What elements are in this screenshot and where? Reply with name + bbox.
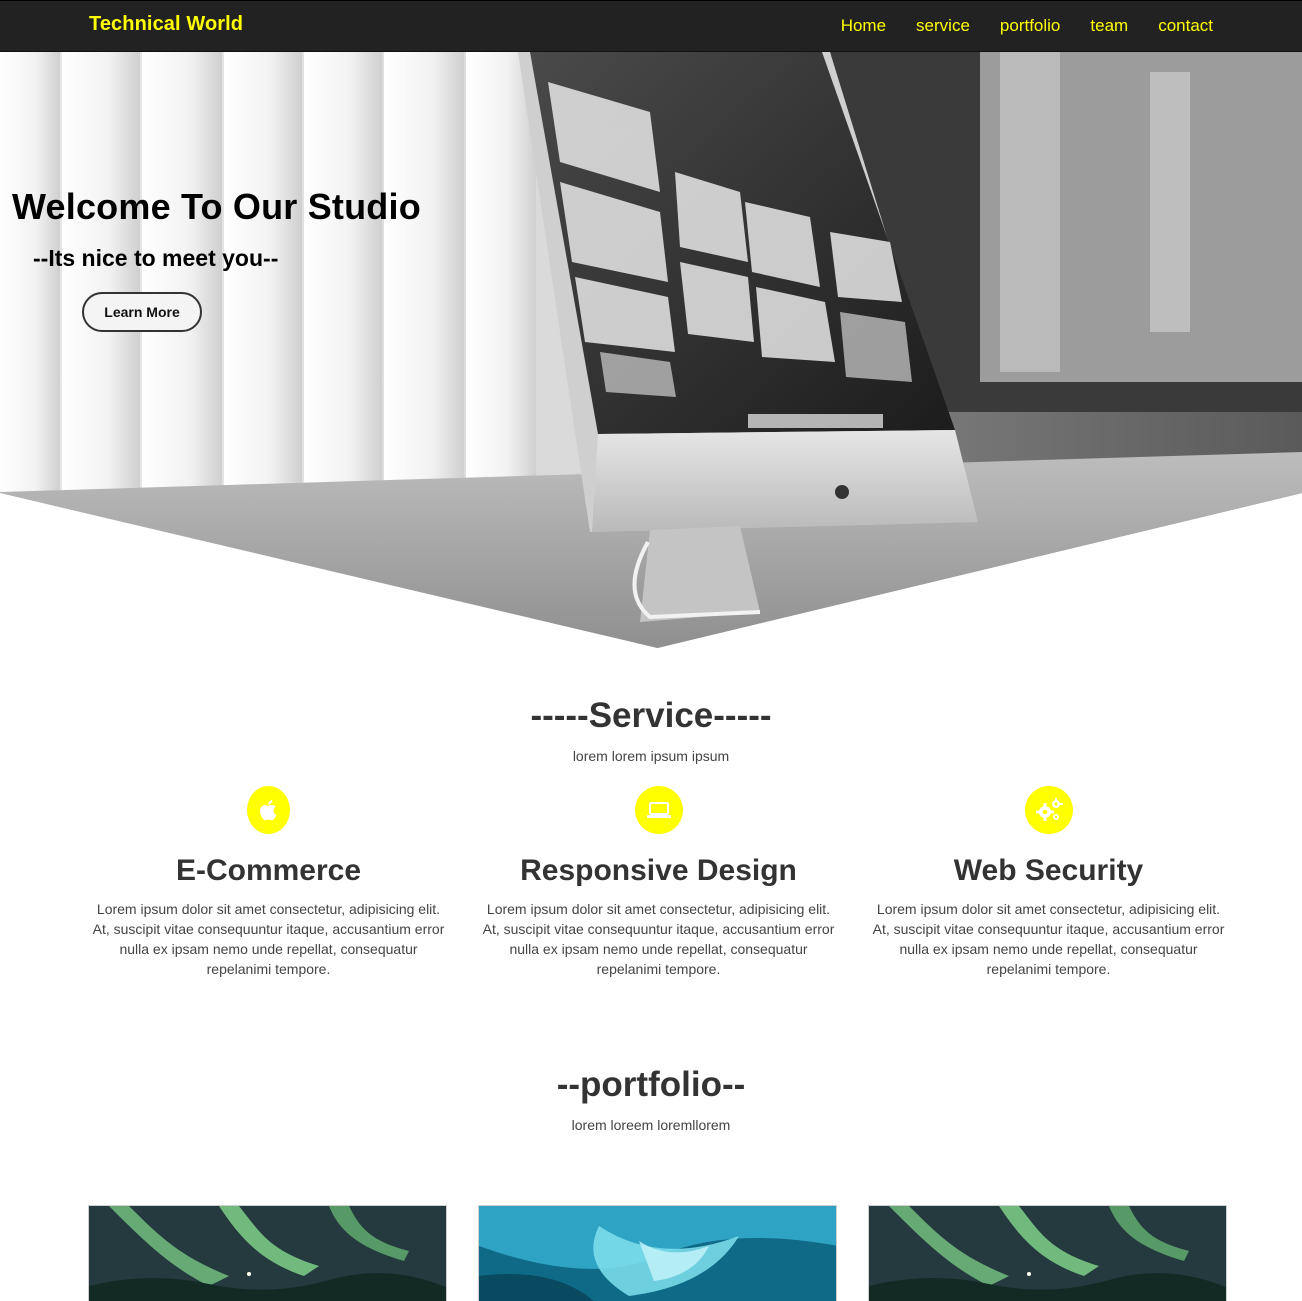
brand-logo[interactable]: Technical World	[89, 13, 243, 36]
laptop-icon	[634, 786, 683, 834]
service-item-title: Web Security	[953, 854, 1144, 887]
portfolio-title: --portfolio--	[556, 1065, 746, 1104]
service-subtitle: lorem lorem ipsum ipsum	[572, 748, 730, 764]
portfolio-subtitle: lorem loreem loremllorem	[571, 1117, 731, 1133]
portfolio-item-ice[interactable]	[478, 1205, 837, 1301]
portfolio-item-aurora[interactable]	[88, 1205, 447, 1301]
service-item-title: E-Commerce	[175, 854, 362, 887]
service-item-ecommerce: E-Commerce Lorem ipsum dolor sit amet co…	[89, 786, 448, 979]
nav-link-team[interactable]: team	[1090, 16, 1128, 36]
service-item-text: Lorem ipsum dolor sit amet consectetur, …	[92, 900, 445, 977]
learn-more-button[interactable]: Learn More	[82, 292, 202, 332]
service-item-text: Lorem ipsum dolor sit amet consectetur, …	[872, 900, 1225, 977]
service-item-text: Lorem ipsum dolor sit amet consectetur, …	[482, 900, 835, 977]
hero-title: Welcome To Our Studio	[12, 186, 421, 227]
nav-link-service[interactable]: service	[916, 16, 970, 36]
nav-links: Home service portfolio team contact	[811, 16, 1213, 36]
service-title: -----Service-----	[530, 696, 772, 735]
service-item-security: Web Security Lorem ipsum dolor sit amet …	[869, 786, 1228, 979]
nav-link-home[interactable]: Home	[841, 16, 886, 36]
service-item-title: Responsive Design	[520, 854, 797, 887]
apple-icon	[247, 786, 290, 834]
ice-cave-image	[479, 1206, 836, 1301]
nav-link-contact[interactable]: contact	[1158, 16, 1213, 36]
aurora-image	[869, 1206, 1226, 1301]
nav-link-portfolio[interactable]: portfolio	[1000, 16, 1060, 36]
services-list: E-Commerce Lorem ipsum dolor sit amet co…	[89, 786, 1228, 986]
hero-subtitle: --Its nice to meet you--	[33, 245, 279, 271]
portfolio-item-aurora-2[interactable]	[868, 1205, 1227, 1301]
hero-section: Welcome To Our Studio --Its nice to meet…	[0, 52, 1302, 648]
gears-icon	[1024, 786, 1073, 834]
hero-background-image	[0, 52, 1302, 648]
service-item-responsive: Responsive Design Lorem ipsum dolor sit …	[479, 786, 838, 979]
navbar: Technical World Home service portfolio t…	[0, 0, 1302, 52]
aurora-image	[89, 1206, 446, 1301]
